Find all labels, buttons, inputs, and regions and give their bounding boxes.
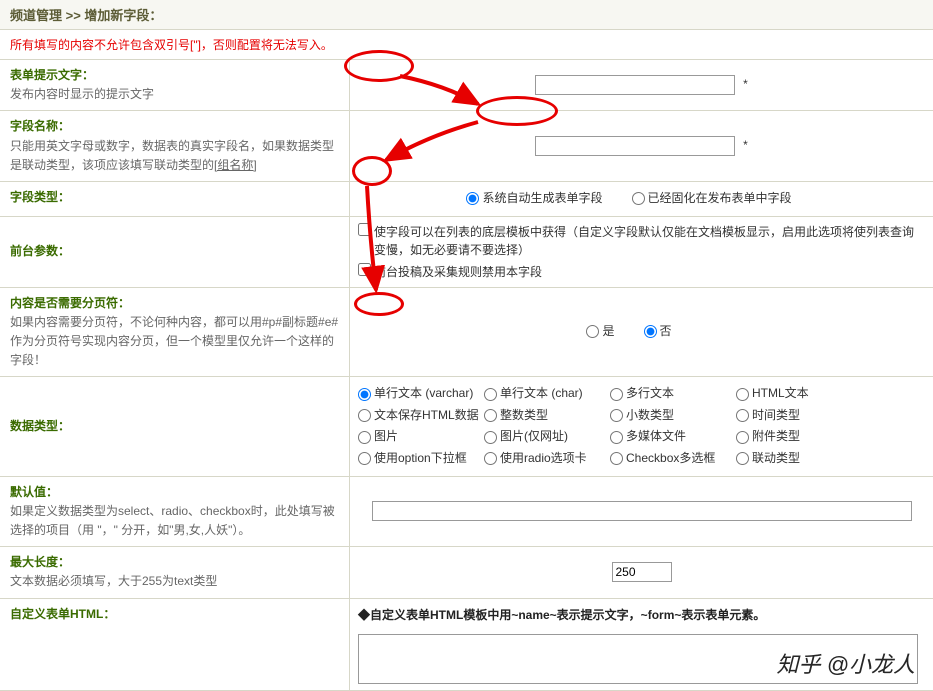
radio-fieldtype-auto[interactable]: 系统自动生成表单字段 [466, 188, 602, 210]
label-datatype-title: 数据类型： [10, 417, 70, 436]
checkbox-disable-front[interactable]: 前台投稿及采集规则禁用本字段 [358, 263, 925, 281]
row-data-type: 数据类型： 单行文本 (varchar) 单行文本 (char) 多行文本 HT… [0, 377, 933, 476]
radio-dt-14[interactable]: Checkbox多选框 [610, 448, 720, 470]
fieldname-required-star: * [743, 135, 748, 157]
label-maxlen-desc: 文本数据必须填写，大于255为text类型 [10, 572, 341, 591]
label-prompt-title: 表单提示文字： [10, 66, 341, 85]
prompt-required-star: * [743, 74, 748, 96]
radio-dt-5[interactable]: 整数类型 [484, 405, 594, 427]
label-maxlen-title: 最大长度： [10, 553, 341, 572]
breadcrumb: 频道管理 >> 增加新字段： [0, 0, 933, 30]
radio-dt-13[interactable]: 使用radio选项卡 [484, 448, 594, 470]
row-field-type: 字段类型： 系统自动生成表单字段 已经固化在发布表单中字段 [0, 182, 933, 217]
input-field-name[interactable] [535, 136, 735, 156]
label-page-title: 内容是否需要分页符： [10, 294, 341, 313]
customhtml-hint: ◆自定义表单HTML模板中用~name~表示提示文字，~form~表示表单元素。 [358, 605, 925, 627]
radio-dt-10[interactable]: 多媒体文件 [610, 426, 720, 448]
radio-dt-8[interactable]: 图片 [358, 426, 468, 448]
radio-dt-0[interactable]: 单行文本 (varchar) [358, 383, 468, 405]
label-fieldtype-title: 字段类型： [10, 188, 341, 207]
datatype-option-grid: 单行文本 (varchar) 单行文本 (char) 多行文本 HTML文本 文… [358, 383, 925, 469]
radio-dt-4[interactable]: 文本保存HTML数据 [358, 405, 468, 427]
radio-dt-3[interactable]: HTML文本 [736, 383, 846, 405]
radio-dt-9[interactable]: 图片(仅网址) [484, 426, 594, 448]
row-default-value: 默认值： 如果定义数据类型为select、radio、checkbox时，此处填… [0, 477, 933, 548]
row-max-length: 最大长度： 文本数据必须填写，大于255为text类型 [0, 547, 933, 598]
label-default-desc: 如果定义数据类型为select、radio、checkbox时，此处填写被选择的… [10, 502, 341, 540]
radio-page-yes[interactable]: 是 [586, 321, 614, 343]
radio-dt-1[interactable]: 单行文本 (char) [484, 383, 594, 405]
warning-text: 所有填写的内容不允许包含双引号["]，否则配置将无法写入。 [0, 30, 933, 60]
label-frontparam-title: 前台参数： [10, 242, 70, 261]
row-field-name: 字段名称： 只能用英文字母或数字，数据表的真实字段名，如果数据类型是联动类型，该… [0, 111, 933, 182]
radio-dt-6[interactable]: 小数类型 [610, 405, 720, 427]
label-customhtml-title: 自定义表单HTML： [10, 605, 115, 624]
radio-fieldtype-fixed[interactable]: 已经固化在发布表单中字段 [632, 188, 792, 210]
input-default-value[interactable] [372, 501, 912, 521]
label-fieldname-desc: 只能用英文字母或数字，数据表的真实字段名，如果数据类型是联动类型，该项应该填写联… [10, 137, 341, 175]
label-page-desc: 如果内容需要分页符，不论何种内容，都可以用#p#副标题#e#作为分页符号实现内容… [10, 313, 341, 371]
radio-dt-11[interactable]: 附件类型 [736, 426, 846, 448]
label-default-title: 默认值： [10, 483, 341, 502]
row-custom-html: 自定义表单HTML： ◆自定义表单HTML模板中用~name~表示提示文字，~f… [0, 599, 933, 691]
checkbox-list-template[interactable]: 使字段可以在列表的底层模板中获得（自定义字段默认仅能在文档模板显示，启用此选项将… [358, 223, 925, 259]
radio-page-no[interactable]: 否 [644, 321, 672, 343]
radio-dt-12[interactable]: 使用option下拉框 [358, 448, 468, 470]
row-prompt-text: 表单提示文字： 发布内容时显示的提示文字 * [0, 60, 933, 111]
radio-dt-7[interactable]: 时间类型 [736, 405, 846, 427]
radio-dt-15[interactable]: 联动类型 [736, 448, 846, 470]
input-max-length[interactable] [612, 562, 672, 582]
input-prompt-text[interactable] [535, 75, 735, 95]
label-prompt-desc: 发布内容时显示的提示文字 [10, 85, 341, 104]
radio-dt-2[interactable]: 多行文本 [610, 383, 720, 405]
row-page-break: 内容是否需要分页符： 如果内容需要分页符，不论何种内容，都可以用#p#副标题#e… [0, 288, 933, 378]
label-fieldname-title: 字段名称： [10, 117, 341, 136]
row-front-param: 前台参数： 使字段可以在列表的底层模板中获得（自定义字段默认仅能在文档模板显示，… [0, 217, 933, 288]
textarea-custom-html[interactable] [358, 634, 918, 684]
